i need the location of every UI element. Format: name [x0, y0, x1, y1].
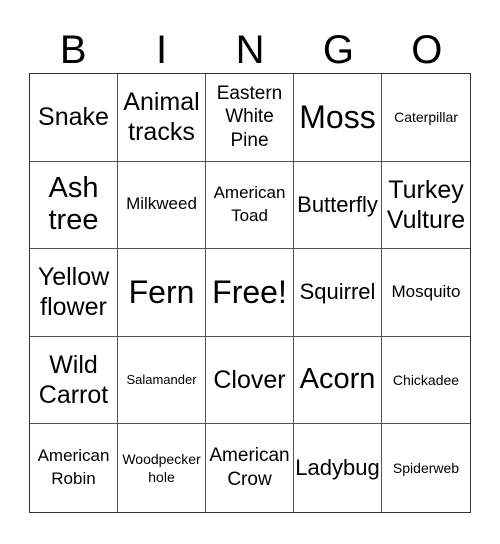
bingo-cell-label: Chickadee	[392, 372, 460, 388]
bingo-header: B I N G O	[29, 28, 471, 72]
bingo-cell-label: Moss	[299, 98, 376, 135]
bingo-cell[interactable]: Clover	[206, 336, 294, 425]
bingo-cell[interactable]: Caterpillar	[382, 74, 470, 162]
bingo-cell[interactable]: Wild Carrot	[30, 336, 118, 425]
bingo-cell[interactable]: Fern	[118, 249, 206, 337]
bingo-cell[interactable]: Mosquito	[382, 249, 470, 337]
bingo-cell[interactable]: Milkweed	[118, 161, 206, 250]
bingo-cell-label: Eastern White Pine	[216, 82, 283, 152]
bingo-cell-label: Clover	[213, 366, 286, 395]
bingo-cell[interactable]: Moss	[294, 74, 382, 162]
bingo-cell-label: Wild Carrot	[38, 351, 109, 410]
bingo-cell-label: Woodpecker hole	[122, 451, 201, 486]
bingo-cell-label: Turkey Vulture	[386, 175, 466, 234]
bingo-cell-label: Free!	[212, 273, 287, 310]
bingo-cell-label: Ash tree	[48, 172, 99, 236]
bingo-grid: Snake Animal tracks Eastern White Pine Moss…	[29, 73, 471, 513]
bingo-cell-label: Salamander	[126, 371, 197, 387]
bingo-cell-label: American Toad	[213, 182, 286, 225]
bingo-cell[interactable]: Butterfly	[294, 161, 382, 250]
header-letter-b: B	[59, 28, 87, 72]
free-space-cell[interactable]: Free!	[206, 249, 294, 337]
bingo-cell[interactable]: Spiderweb	[382, 424, 470, 512]
header-letter-n: N	[235, 28, 265, 72]
bingo-cell[interactable]: American Crow	[206, 424, 294, 512]
bingo-cell-label: Snake	[38, 103, 109, 132]
header-letter-i: I	[156, 28, 168, 72]
bingo-cell-label: Fern	[128, 273, 195, 310]
bingo-cell[interactable]: Eastern White Pine	[206, 74, 294, 162]
bingo-cell[interactable]: Squirrel	[294, 249, 382, 337]
bingo-cell[interactable]: Snake	[30, 74, 118, 162]
bingo-cell-label: Milkweed	[126, 194, 197, 214]
bingo-cell[interactable]: Ash tree	[30, 161, 118, 250]
bingo-cell[interactable]: American Toad	[206, 161, 294, 250]
bingo-cell-label: Ladybug	[295, 454, 380, 480]
bingo-cell-label: Butterfly	[297, 191, 378, 217]
bingo-cell[interactable]: Yellow flower	[30, 249, 118, 337]
bingo-cell-label: Acorn	[299, 363, 376, 396]
bingo-cell-label: American Crow	[209, 445, 290, 491]
bingo-cell[interactable]: Ladybug	[294, 424, 382, 512]
bingo-cell[interactable]: Woodpecker hole	[118, 424, 206, 512]
bingo-cell-label: Caterpillar	[394, 109, 458, 126]
bingo-cell-label: Mosquito	[391, 282, 461, 302]
bingo-cell[interactable]: American Robin	[30, 424, 118, 512]
bingo-cell[interactable]: Chickadee	[382, 337, 470, 425]
header-letter-o: O	[411, 28, 443, 72]
bingo-cell-label: Squirrel	[299, 279, 376, 305]
bingo-cell-label: Yellow flower	[37, 263, 110, 322]
header-letter-g: G	[322, 28, 354, 72]
bingo-cell[interactable]: Acorn	[294, 336, 382, 425]
bingo-cell-label: Spiderweb	[392, 460, 460, 477]
bingo-cell-label: American Robin	[37, 446, 110, 489]
bingo-cell[interactable]: Turkey Vulture	[382, 162, 470, 250]
bingo-cell[interactable]: Animal tracks	[118, 74, 206, 162]
bingo-cell[interactable]: Salamander	[118, 336, 206, 425]
bingo-cell-label: Animal tracks	[123, 88, 200, 147]
